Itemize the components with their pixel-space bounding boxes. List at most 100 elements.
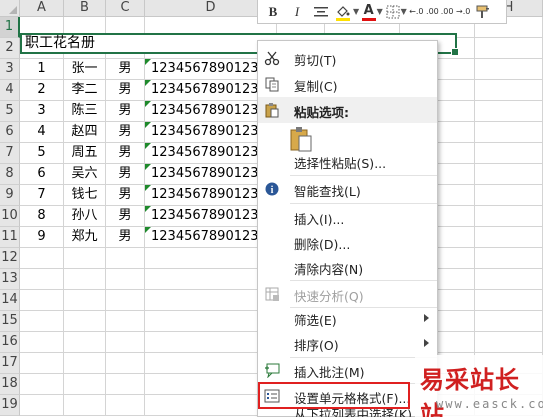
cell[interactable] xyxy=(64,269,106,290)
cell[interactable] xyxy=(20,269,64,290)
menu-item-delete[interactable]: 删除(D)... xyxy=(258,229,437,255)
cell[interactable] xyxy=(475,38,543,59)
row-header[interactable]: 9 xyxy=(0,185,20,206)
row-header[interactable]: 7 xyxy=(0,143,20,164)
cell-seq[interactable]: 8 xyxy=(20,206,64,227)
cell[interactable] xyxy=(64,248,106,269)
cell-name[interactable]: 陈三 xyxy=(64,101,106,122)
menu-item-paste-special[interactable]: 选择性粘贴(S)... xyxy=(258,148,437,174)
cell-name[interactable]: 郑九 xyxy=(64,227,106,248)
cell[interactable] xyxy=(64,290,106,311)
cell-name[interactable]: 周五 xyxy=(64,143,106,164)
column-header-a[interactable]: A xyxy=(20,0,64,17)
cell[interactable] xyxy=(475,80,543,101)
cell[interactable] xyxy=(475,248,543,269)
menu-item-copy[interactable]: 复制(C) xyxy=(258,71,437,97)
borders-button[interactable]: ▼ xyxy=(385,2,407,22)
menu-item-filter[interactable]: 筛选(E) xyxy=(258,305,437,331)
row-header[interactable]: 13 xyxy=(0,269,20,290)
cell[interactable] xyxy=(106,269,145,290)
cell-seq[interactable]: 6 xyxy=(20,164,64,185)
font-color-button[interactable]: A ▼ xyxy=(361,2,383,22)
cell[interactable] xyxy=(475,164,543,185)
cell[interactable] xyxy=(20,332,64,353)
menu-item-sort[interactable]: 排序(O) xyxy=(258,330,437,356)
cell[interactable] xyxy=(475,101,543,122)
cell-name[interactable]: 赵四 xyxy=(64,122,106,143)
row-header[interactable]: 17 xyxy=(0,353,20,374)
menu-item-insert[interactable]: 插入(I)... xyxy=(258,204,437,230)
row-header[interactable]: 14 xyxy=(0,290,20,311)
row-header[interactable]: 11 xyxy=(0,227,20,248)
fill-color-button[interactable]: ▼ xyxy=(334,2,359,22)
format-painter-button[interactable] xyxy=(472,2,494,22)
cell[interactable] xyxy=(106,332,145,353)
cell[interactable] xyxy=(475,227,543,248)
cell-seq[interactable]: 1 xyxy=(20,59,64,80)
row-header[interactable]: 2 xyxy=(0,38,20,59)
cell-gender[interactable]: 男 xyxy=(106,59,145,80)
cell-gender[interactable]: 男 xyxy=(106,143,145,164)
menu-item-cut[interactable]: 剪切(T) xyxy=(258,45,437,71)
cell[interactable] xyxy=(64,374,106,395)
row-header[interactable]: 12 xyxy=(0,248,20,269)
cell-gender[interactable]: 男 xyxy=(106,185,145,206)
cell[interactable] xyxy=(20,374,64,395)
row-header[interactable]: 16 xyxy=(0,332,20,353)
cell-gender[interactable]: 男 xyxy=(106,164,145,185)
cell-gender[interactable]: 男 xyxy=(106,206,145,227)
cell-seq[interactable]: 4 xyxy=(20,122,64,143)
menu-item-insert-comment[interactable]: 插入批注(M) xyxy=(258,357,437,383)
menu-item-smart-lookup[interactable]: i 智能查找(L) xyxy=(258,176,437,202)
cell-seq[interactable]: 5 xyxy=(20,143,64,164)
cell-seq[interactable]: 9 xyxy=(20,227,64,248)
cell[interactable] xyxy=(64,353,106,374)
cell-name[interactable]: 李二 xyxy=(64,80,106,101)
cell[interactable] xyxy=(64,311,106,332)
row-header[interactable]: 18 xyxy=(0,374,20,395)
cell[interactable] xyxy=(106,248,145,269)
cell-seq[interactable]: 2 xyxy=(20,80,64,101)
cell[interactable] xyxy=(20,290,64,311)
cell[interactable] xyxy=(106,290,145,311)
cell[interactable] xyxy=(475,332,543,353)
row-header[interactable]: 1 xyxy=(0,17,20,38)
row-header[interactable]: 10 xyxy=(0,206,20,227)
align-center-button[interactable] xyxy=(310,2,332,22)
cell-name[interactable]: 孙八 xyxy=(64,206,106,227)
italic-button[interactable]: I xyxy=(286,2,308,22)
column-header-c[interactable]: C xyxy=(106,0,145,17)
cell[interactable] xyxy=(475,206,543,227)
cell[interactable] xyxy=(20,248,64,269)
row-header[interactable]: 19 xyxy=(0,395,20,416)
cell[interactable] xyxy=(475,59,543,80)
menu-item-clear-contents[interactable]: 清除内容(N) xyxy=(258,254,437,280)
cell[interactable] xyxy=(20,395,64,416)
increase-decimal-button[interactable]: ←.0 .00 xyxy=(409,2,439,22)
cell[interactable] xyxy=(475,143,543,164)
cell[interactable] xyxy=(64,395,106,416)
cell[interactable] xyxy=(475,122,543,143)
decrease-decimal-button[interactable]: .00 →.0 xyxy=(441,2,471,22)
cell-gender[interactable]: 男 xyxy=(106,80,145,101)
cell[interactable] xyxy=(20,353,64,374)
cell[interactable] xyxy=(106,311,145,332)
cell[interactable] xyxy=(475,269,543,290)
cell-gender[interactable]: 男 xyxy=(106,227,145,248)
cell[interactable] xyxy=(64,332,106,353)
cell[interactable] xyxy=(20,311,64,332)
row-header[interactable]: 15 xyxy=(0,311,20,332)
row-header[interactable]: 5 xyxy=(0,101,20,122)
cell[interactable] xyxy=(106,374,145,395)
cell[interactable] xyxy=(475,185,543,206)
cell[interactable] xyxy=(106,353,145,374)
row-header[interactable]: 8 xyxy=(0,164,20,185)
cell[interactable] xyxy=(475,290,543,311)
bold-button[interactable]: B xyxy=(262,2,284,22)
row-header[interactable]: 6 xyxy=(0,122,20,143)
cell-seq[interactable]: 3 xyxy=(20,101,64,122)
row-header[interactable]: 4 xyxy=(0,80,20,101)
cell[interactable] xyxy=(106,395,145,416)
cell-name[interactable]: 张一 xyxy=(64,59,106,80)
select-all-corner[interactable] xyxy=(0,0,20,17)
